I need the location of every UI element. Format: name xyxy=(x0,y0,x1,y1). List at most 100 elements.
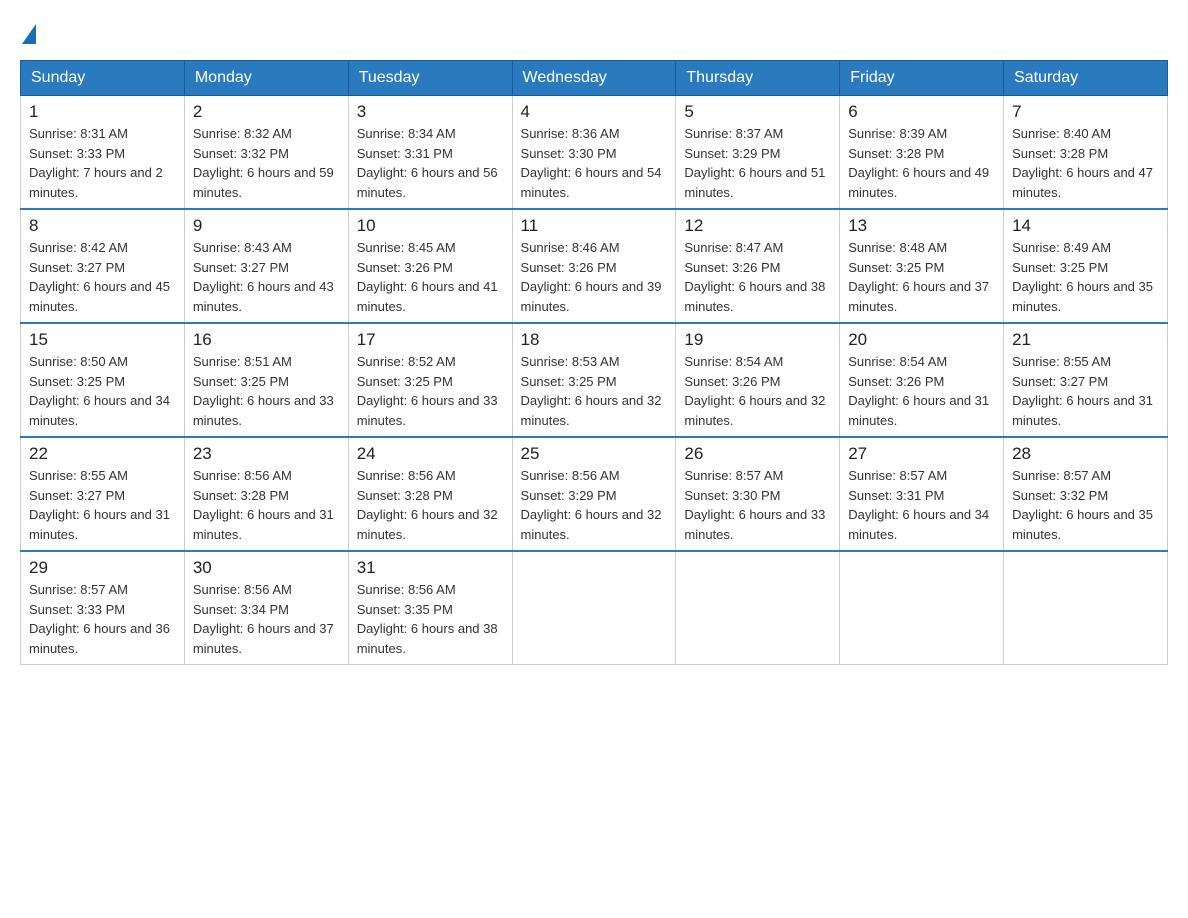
day-info: Sunrise: 8:57 AMSunset: 3:31 PMDaylight:… xyxy=(848,468,989,542)
calendar-header-row: SundayMondayTuesdayWednesdayThursdayFrid… xyxy=(21,61,1168,96)
day-info: Sunrise: 8:57 AMSunset: 3:32 PMDaylight:… xyxy=(1012,468,1153,542)
day-info: Sunrise: 8:51 AMSunset: 3:25 PMDaylight:… xyxy=(193,354,334,428)
day-number: 16 xyxy=(193,330,340,350)
day-info: Sunrise: 8:57 AMSunset: 3:30 PMDaylight:… xyxy=(684,468,825,542)
day-number: 15 xyxy=(29,330,176,350)
day-info: Sunrise: 8:56 AMSunset: 3:28 PMDaylight:… xyxy=(193,468,334,542)
calendar-cell: 17 Sunrise: 8:52 AMSunset: 3:25 PMDaylig… xyxy=(348,323,512,437)
day-number: 13 xyxy=(848,216,995,236)
day-number: 30 xyxy=(193,558,340,578)
day-number: 24 xyxy=(357,444,504,464)
day-info: Sunrise: 8:50 AMSunset: 3:25 PMDaylight:… xyxy=(29,354,170,428)
calendar-cell: 7 Sunrise: 8:40 AMSunset: 3:28 PMDayligh… xyxy=(1004,96,1168,210)
logo-general xyxy=(20,28,36,48)
day-info: Sunrise: 8:56 AMSunset: 3:34 PMDaylight:… xyxy=(193,582,334,656)
day-number: 11 xyxy=(521,216,668,236)
day-info: Sunrise: 8:34 AMSunset: 3:31 PMDaylight:… xyxy=(357,126,498,200)
calendar-cell: 28 Sunrise: 8:57 AMSunset: 3:32 PMDaylig… xyxy=(1004,437,1168,551)
calendar-cell: 16 Sunrise: 8:51 AMSunset: 3:25 PMDaylig… xyxy=(184,323,348,437)
day-number: 1 xyxy=(29,102,176,122)
day-number: 4 xyxy=(521,102,668,122)
day-info: Sunrise: 8:37 AMSunset: 3:29 PMDaylight:… xyxy=(684,126,825,200)
day-info: Sunrise: 8:52 AMSunset: 3:25 PMDaylight:… xyxy=(357,354,498,428)
day-number: 31 xyxy=(357,558,504,578)
calendar-cell: 30 Sunrise: 8:56 AMSunset: 3:34 PMDaylig… xyxy=(184,551,348,665)
header-monday: Monday xyxy=(184,61,348,96)
calendar-cell: 14 Sunrise: 8:49 AMSunset: 3:25 PMDaylig… xyxy=(1004,209,1168,323)
day-number: 9 xyxy=(193,216,340,236)
calendar-cell: 19 Sunrise: 8:54 AMSunset: 3:26 PMDaylig… xyxy=(676,323,840,437)
day-info: Sunrise: 8:39 AMSunset: 3:28 PMDaylight:… xyxy=(848,126,989,200)
calendar-cell: 10 Sunrise: 8:45 AMSunset: 3:26 PMDaylig… xyxy=(348,209,512,323)
header-sunday: Sunday xyxy=(21,61,185,96)
day-number: 19 xyxy=(684,330,831,350)
calendar-cell: 20 Sunrise: 8:54 AMSunset: 3:26 PMDaylig… xyxy=(840,323,1004,437)
day-info: Sunrise: 8:57 AMSunset: 3:33 PMDaylight:… xyxy=(29,582,170,656)
day-number: 17 xyxy=(357,330,504,350)
day-number: 10 xyxy=(357,216,504,236)
calendar-cell: 25 Sunrise: 8:56 AMSunset: 3:29 PMDaylig… xyxy=(512,437,676,551)
calendar-cell: 4 Sunrise: 8:36 AMSunset: 3:30 PMDayligh… xyxy=(512,96,676,210)
day-info: Sunrise: 8:56 AMSunset: 3:29 PMDaylight:… xyxy=(521,468,662,542)
calendar-cell: 9 Sunrise: 8:43 AMSunset: 3:27 PMDayligh… xyxy=(184,209,348,323)
week-row-1: 1 Sunrise: 8:31 AMSunset: 3:33 PMDayligh… xyxy=(21,96,1168,210)
calendar-cell: 2 Sunrise: 8:32 AMSunset: 3:32 PMDayligh… xyxy=(184,96,348,210)
day-info: Sunrise: 8:53 AMSunset: 3:25 PMDaylight:… xyxy=(521,354,662,428)
day-number: 28 xyxy=(1012,444,1159,464)
logo xyxy=(20,28,36,44)
calendar-cell: 24 Sunrise: 8:56 AMSunset: 3:28 PMDaylig… xyxy=(348,437,512,551)
day-number: 23 xyxy=(193,444,340,464)
day-number: 6 xyxy=(848,102,995,122)
header-friday: Friday xyxy=(840,61,1004,96)
calendar-table: SundayMondayTuesdayWednesdayThursdayFrid… xyxy=(20,60,1168,665)
calendar-cell: 22 Sunrise: 8:55 AMSunset: 3:27 PMDaylig… xyxy=(21,437,185,551)
day-info: Sunrise: 8:55 AMSunset: 3:27 PMDaylight:… xyxy=(1012,354,1153,428)
header-saturday: Saturday xyxy=(1004,61,1168,96)
calendar-cell: 13 Sunrise: 8:48 AMSunset: 3:25 PMDaylig… xyxy=(840,209,1004,323)
logo-triangle-icon xyxy=(22,24,36,44)
calendar-cell: 8 Sunrise: 8:42 AMSunset: 3:27 PMDayligh… xyxy=(21,209,185,323)
calendar-cell: 23 Sunrise: 8:56 AMSunset: 3:28 PMDaylig… xyxy=(184,437,348,551)
day-info: Sunrise: 8:42 AMSunset: 3:27 PMDaylight:… xyxy=(29,240,170,314)
day-info: Sunrise: 8:45 AMSunset: 3:26 PMDaylight:… xyxy=(357,240,498,314)
page-header xyxy=(20,20,1168,44)
calendar-cell: 1 Sunrise: 8:31 AMSunset: 3:33 PMDayligh… xyxy=(21,96,185,210)
calendar-cell: 21 Sunrise: 8:55 AMSunset: 3:27 PMDaylig… xyxy=(1004,323,1168,437)
week-row-3: 15 Sunrise: 8:50 AMSunset: 3:25 PMDaylig… xyxy=(21,323,1168,437)
day-info: Sunrise: 8:31 AMSunset: 3:33 PMDaylight:… xyxy=(29,126,163,200)
calendar-cell: 29 Sunrise: 8:57 AMSunset: 3:33 PMDaylig… xyxy=(21,551,185,665)
calendar-cell xyxy=(1004,551,1168,665)
calendar-cell xyxy=(512,551,676,665)
calendar-cell: 26 Sunrise: 8:57 AMSunset: 3:30 PMDaylig… xyxy=(676,437,840,551)
day-info: Sunrise: 8:40 AMSunset: 3:28 PMDaylight:… xyxy=(1012,126,1153,200)
day-info: Sunrise: 8:48 AMSunset: 3:25 PMDaylight:… xyxy=(848,240,989,314)
day-info: Sunrise: 8:55 AMSunset: 3:27 PMDaylight:… xyxy=(29,468,170,542)
day-number: 8 xyxy=(29,216,176,236)
calendar-cell xyxy=(840,551,1004,665)
calendar-cell: 3 Sunrise: 8:34 AMSunset: 3:31 PMDayligh… xyxy=(348,96,512,210)
day-info: Sunrise: 8:54 AMSunset: 3:26 PMDaylight:… xyxy=(848,354,989,428)
calendar-cell: 15 Sunrise: 8:50 AMSunset: 3:25 PMDaylig… xyxy=(21,323,185,437)
calendar-cell: 6 Sunrise: 8:39 AMSunset: 3:28 PMDayligh… xyxy=(840,96,1004,210)
day-number: 27 xyxy=(848,444,995,464)
day-number: 18 xyxy=(521,330,668,350)
day-info: Sunrise: 8:36 AMSunset: 3:30 PMDaylight:… xyxy=(521,126,662,200)
calendar-cell: 31 Sunrise: 8:56 AMSunset: 3:35 PMDaylig… xyxy=(348,551,512,665)
calendar-cell: 18 Sunrise: 8:53 AMSunset: 3:25 PMDaylig… xyxy=(512,323,676,437)
calendar-cell: 11 Sunrise: 8:46 AMSunset: 3:26 PMDaylig… xyxy=(512,209,676,323)
day-info: Sunrise: 8:47 AMSunset: 3:26 PMDaylight:… xyxy=(684,240,825,314)
day-number: 2 xyxy=(193,102,340,122)
day-number: 25 xyxy=(521,444,668,464)
day-number: 20 xyxy=(848,330,995,350)
day-number: 12 xyxy=(684,216,831,236)
day-info: Sunrise: 8:56 AMSunset: 3:35 PMDaylight:… xyxy=(357,582,498,656)
calendar-cell xyxy=(676,551,840,665)
week-row-2: 8 Sunrise: 8:42 AMSunset: 3:27 PMDayligh… xyxy=(21,209,1168,323)
header-thursday: Thursday xyxy=(676,61,840,96)
day-info: Sunrise: 8:54 AMSunset: 3:26 PMDaylight:… xyxy=(684,354,825,428)
day-info: Sunrise: 8:43 AMSunset: 3:27 PMDaylight:… xyxy=(193,240,334,314)
day-info: Sunrise: 8:56 AMSunset: 3:28 PMDaylight:… xyxy=(357,468,498,542)
week-row-5: 29 Sunrise: 8:57 AMSunset: 3:33 PMDaylig… xyxy=(21,551,1168,665)
day-info: Sunrise: 8:46 AMSunset: 3:26 PMDaylight:… xyxy=(521,240,662,314)
day-number: 5 xyxy=(684,102,831,122)
